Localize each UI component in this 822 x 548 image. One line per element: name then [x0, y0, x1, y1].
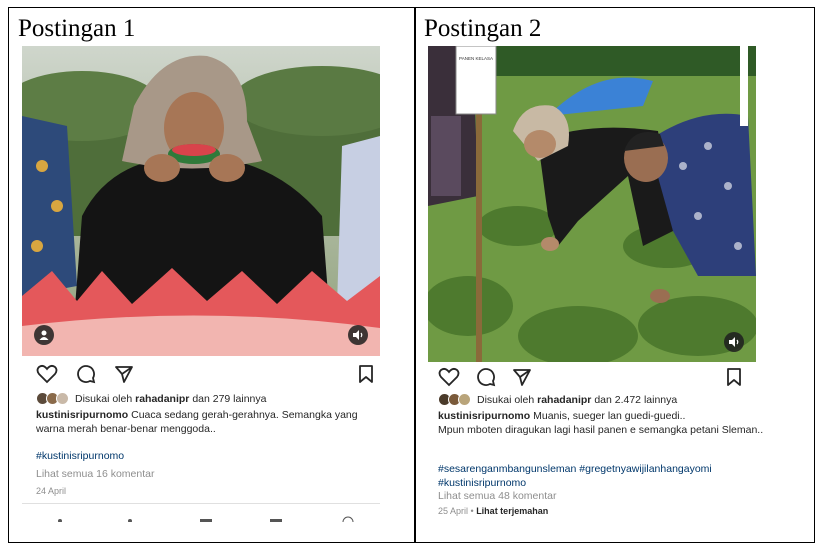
post1-title: Postingan 1	[18, 15, 136, 42]
post1-action-bar	[36, 364, 376, 388]
post2-photo[interactable]: PANEN KELASA	[428, 46, 756, 362]
post1-separator	[22, 503, 380, 504]
user-tag-icon[interactable]	[34, 325, 54, 345]
likes-suffix: dan 279 lainnya	[192, 392, 267, 405]
post2-date: 25 April	[438, 506, 469, 516]
volume-icon[interactable]	[724, 332, 744, 352]
volume-icon[interactable]	[348, 325, 368, 345]
bookmark-icon[interactable]	[358, 364, 374, 384]
post1-hashtags[interactable]: #kustinisripurnomo	[36, 449, 124, 463]
post1-caption: kustinisripurnomo Cuaca sedang gerah-ger…	[36, 408, 376, 436]
comment-icon[interactable]	[476, 367, 496, 387]
bookmark-icon[interactable]	[726, 367, 742, 387]
likes-prefix: Disukai oleh	[477, 393, 535, 406]
post2-username[interactable]: kustinisripurnomo	[438, 410, 530, 422]
liker-avatars	[438, 393, 471, 406]
column-divider	[414, 8, 416, 542]
sign-text: PANEN KELASA	[459, 56, 493, 61]
post2-action-bar	[438, 367, 748, 391]
post2-hashtags[interactable]: #sesarenganmbangunsleman #gregetnyawijil…	[438, 462, 778, 490]
post2-date-row: 25 April • Lihat terjemahan	[438, 506, 549, 516]
post2-likes[interactable]: Disukai oleh rahadanipr dan 2.472 lainny…	[438, 393, 677, 406]
post1-photo[interactable]	[22, 46, 380, 356]
heart-icon[interactable]	[36, 364, 58, 384]
post1-likes[interactable]: Disukai oleh rahadanipr dan 279 lainnya	[36, 392, 266, 405]
post1-photo-image	[22, 46, 380, 356]
post2-translate-link[interactable]: Lihat terjemahan	[476, 506, 548, 516]
post2-photo-image: PANEN KELASA	[428, 46, 756, 362]
likes-user[interactable]: rahadanipr	[135, 393, 189, 405]
share-icon[interactable]	[114, 364, 134, 384]
post2-caption: kustinisripurnomo Muanis, sueger lan gue…	[438, 409, 768, 437]
likes-suffix: dan 2.472 lainnya	[594, 393, 678, 406]
post2-caption-line2: Mpun mboten diragukan lagi hasil panen e…	[438, 424, 764, 436]
post2-caption-line1: Muanis, sueger lan guedi-guedi..	[533, 410, 686, 422]
likes-user[interactable]: rahadanipr	[537, 394, 591, 406]
post2-view-comments[interactable]: Lihat semua 48 komentar	[438, 490, 556, 502]
post1-date: 24 April	[36, 486, 67, 496]
heart-icon[interactable]	[438, 367, 460, 387]
post1-username[interactable]: kustinisripurnomo	[36, 409, 128, 421]
post1-view-comments[interactable]: Lihat semua 16 komentar	[36, 468, 154, 480]
post2-title: Postingan 2	[424, 15, 542, 42]
share-icon[interactable]	[512, 367, 532, 387]
avatar	[56, 392, 69, 405]
avatar	[458, 393, 471, 406]
likes-prefix: Disukai oleh	[75, 392, 133, 405]
comment-icon[interactable]	[76, 364, 96, 384]
post1-next-row-cutoff	[30, 510, 370, 522]
liker-avatars	[36, 392, 69, 405]
